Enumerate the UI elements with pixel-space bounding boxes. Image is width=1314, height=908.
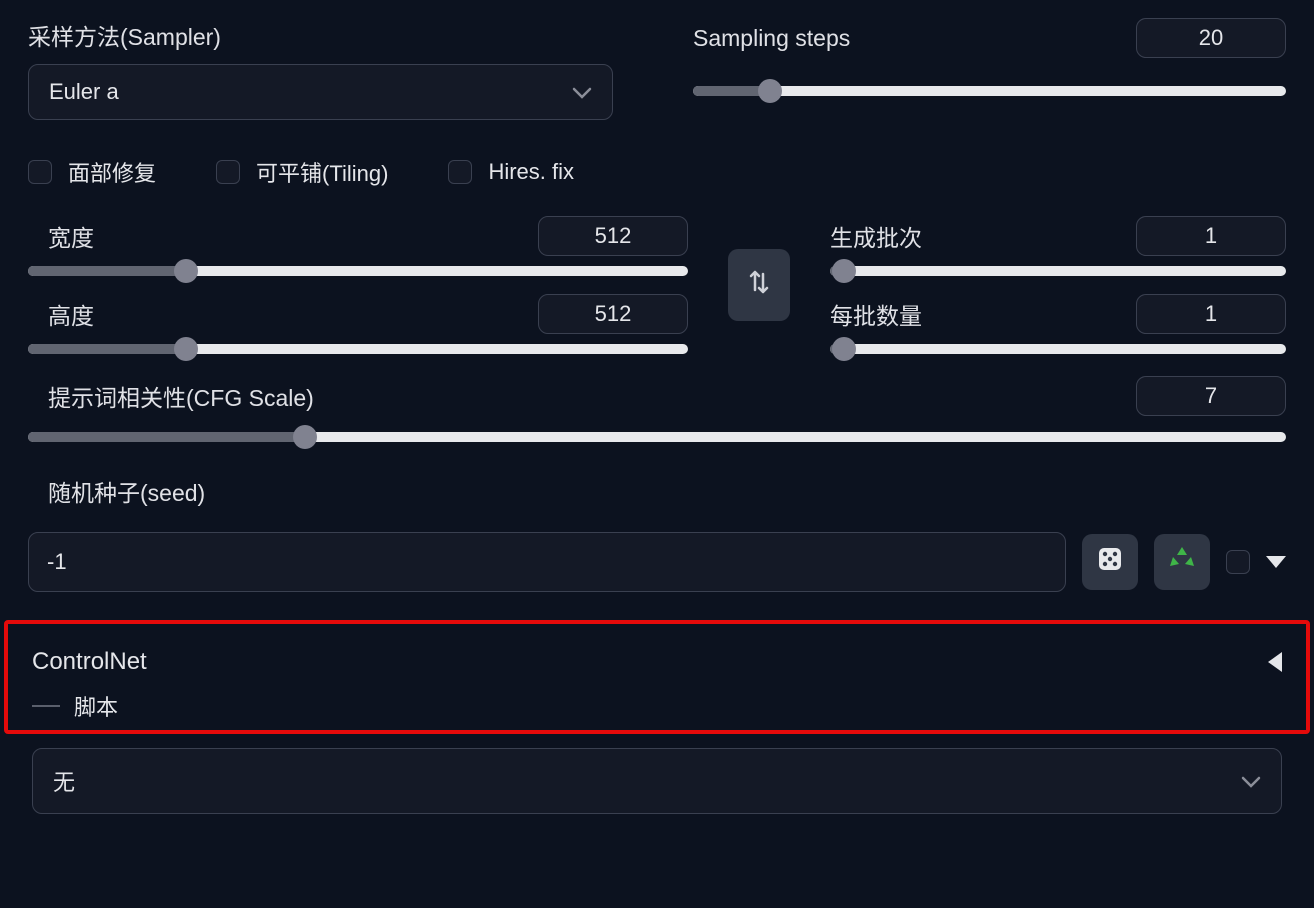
batch-count-value[interactable]: 1 — [1136, 216, 1286, 256]
divider-dash — [32, 705, 60, 707]
batch-count-label: 生成批次 — [830, 219, 922, 253]
face-restore-checkbox[interactable] — [28, 160, 52, 184]
batch-size-slider[interactable] — [830, 344, 1286, 354]
height-label: 高度 — [48, 297, 94, 331]
recycle-icon — [1167, 544, 1197, 580]
controlnet-title[interactable]: ControlNet — [32, 648, 147, 676]
tiling-checkbox[interactable] — [216, 160, 240, 184]
extra-seed-checkbox[interactable] — [1226, 550, 1250, 574]
swap-dims-button[interactable] — [728, 249, 790, 321]
cfg-value[interactable]: 7 — [1136, 376, 1286, 416]
reuse-seed-button[interactable] — [1154, 534, 1210, 590]
controlnet-collapse-icon[interactable] — [1268, 652, 1282, 672]
chevron-down-icon — [572, 79, 592, 105]
sampler-label: 采样方法(Sampler) — [28, 18, 613, 52]
width-slider[interactable] — [28, 266, 688, 276]
script-select[interactable]: 无 — [32, 748, 1282, 814]
width-label: 宽度 — [48, 219, 94, 253]
cfg-label: 提示词相关性(CFG Scale) — [48, 379, 314, 413]
steps-value[interactable]: 20 — [1136, 18, 1286, 58]
dice-icon — [1095, 544, 1125, 580]
sampler-value: Euler a — [49, 79, 119, 105]
steps-slider[interactable] — [693, 86, 1286, 96]
random-seed-button[interactable] — [1082, 534, 1138, 590]
hires-fix-checkbox[interactable] — [448, 160, 472, 184]
chevron-down-icon — [1241, 768, 1261, 794]
sampler-select[interactable]: Euler a — [28, 64, 613, 120]
script-value: 无 — [53, 765, 75, 797]
tiling-label: 可平铺(Tiling) — [256, 156, 388, 188]
batch-size-value[interactable]: 1 — [1136, 294, 1286, 334]
seed-expand-toggle[interactable] — [1266, 556, 1286, 568]
width-value[interactable]: 512 — [538, 216, 688, 256]
steps-label: Sampling steps — [693, 25, 850, 52]
seed-input[interactable] — [28, 532, 1066, 592]
face-restore-label: 面部修复 — [68, 156, 156, 188]
script-label: 脚本 — [74, 690, 118, 722]
controlnet-section-highlight: ControlNet 脚本 — [4, 620, 1310, 734]
height-value[interactable]: 512 — [538, 294, 688, 334]
batch-size-label: 每批数量 — [830, 297, 922, 331]
seed-label: 随机种子(seed) — [48, 474, 1286, 508]
hires-fix-label: Hires. fix — [488, 159, 574, 185]
swap-icon — [747, 268, 771, 302]
cfg-slider[interactable] — [28, 432, 1286, 442]
height-slider[interactable] — [28, 344, 688, 354]
batch-count-slider[interactable] — [830, 266, 1286, 276]
